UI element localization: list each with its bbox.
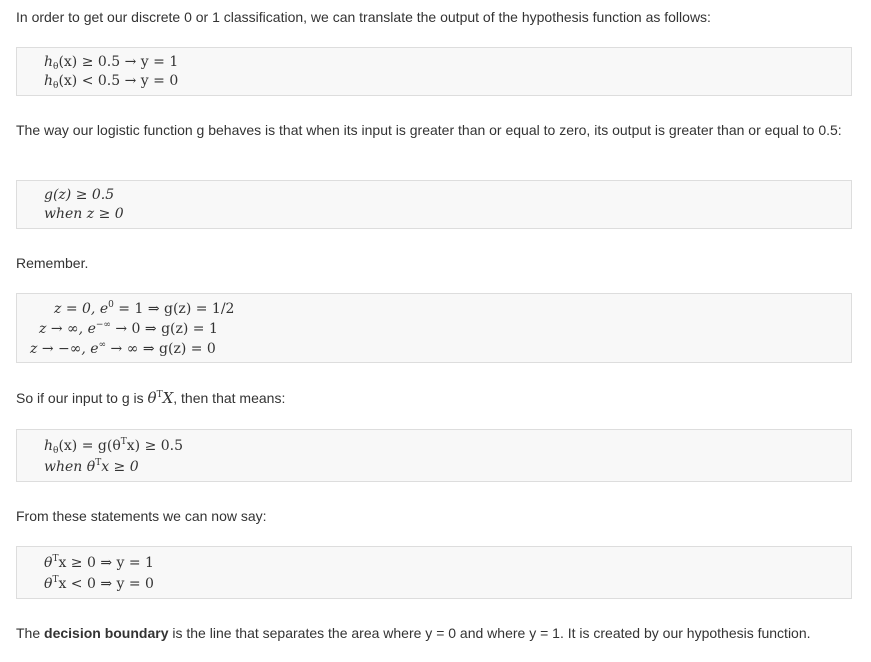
math-line-theta-lt: θTx < 0 ⇒ y = 0 [44,575,154,593]
paragraph-input-theta: So if our input to g is θTX, then that m… [16,389,286,407]
paragraph-logistic-behaviour: The way our logistic function g behaves … [16,122,842,138]
paragraph-classification: In order to get our discrete 0 or 1 clas… [16,9,711,25]
math-line-z-zero: z = 0, e0 = 1 ⇒ g(z) = 1/2 [54,300,235,318]
math-line-y1: hθ(x) ≥ 0.5 → y = 1 [44,54,179,72]
math-block-limits: z = 0, e0 = 1 ⇒ g(z) = 1/2 z → ∞, e−∞ → … [16,293,852,363]
math-line-z-inf: z → ∞, e−∞ → 0 ⇒ g(z) = 1 [39,320,218,338]
math-line-y0: hθ(x) < 0.5 → y = 0 [44,73,179,91]
math-block-decision: θTx ≥ 0 ⇒ y = 1 θTx < 0 ⇒ y = 0 [16,546,852,599]
math-line-when-z: when z ≥ 0 [44,206,124,222]
paragraph-statements: From these statements we can now say: [16,508,267,524]
paragraph-decision-boundary: The decision boundary is the line that s… [16,625,811,641]
math-line-z-neg-inf: z → −∞, e∞ → ∞ ⇒ g(z) = 0 [30,340,216,358]
paragraph-remember: Remember. [16,255,89,271]
math-block-g-threshold: g(z) ≥ 0.5 when z ≥ 0 [16,180,852,229]
math-line-gz: g(z) ≥ 0.5 [44,187,115,203]
math-block-hypothesis-threshold: hθ(x) ≥ 0.5 → y = 1 hθ(x) < 0.5 → y = 0 [16,47,852,96]
math-line-h-equals-g: hθ(x) = g(θTx) ≥ 0.5 [44,437,184,456]
math-block-hypothesis-g: hθ(x) = g(θTx) ≥ 0.5 when θTx ≥ 0 [16,429,852,482]
term-decision-boundary: decision boundary [44,625,169,641]
math-line-theta-ge: θTx ≥ 0 ⇒ y = 1 [44,554,154,572]
math-line-when-theta: when θTx ≥ 0 [44,458,139,476]
